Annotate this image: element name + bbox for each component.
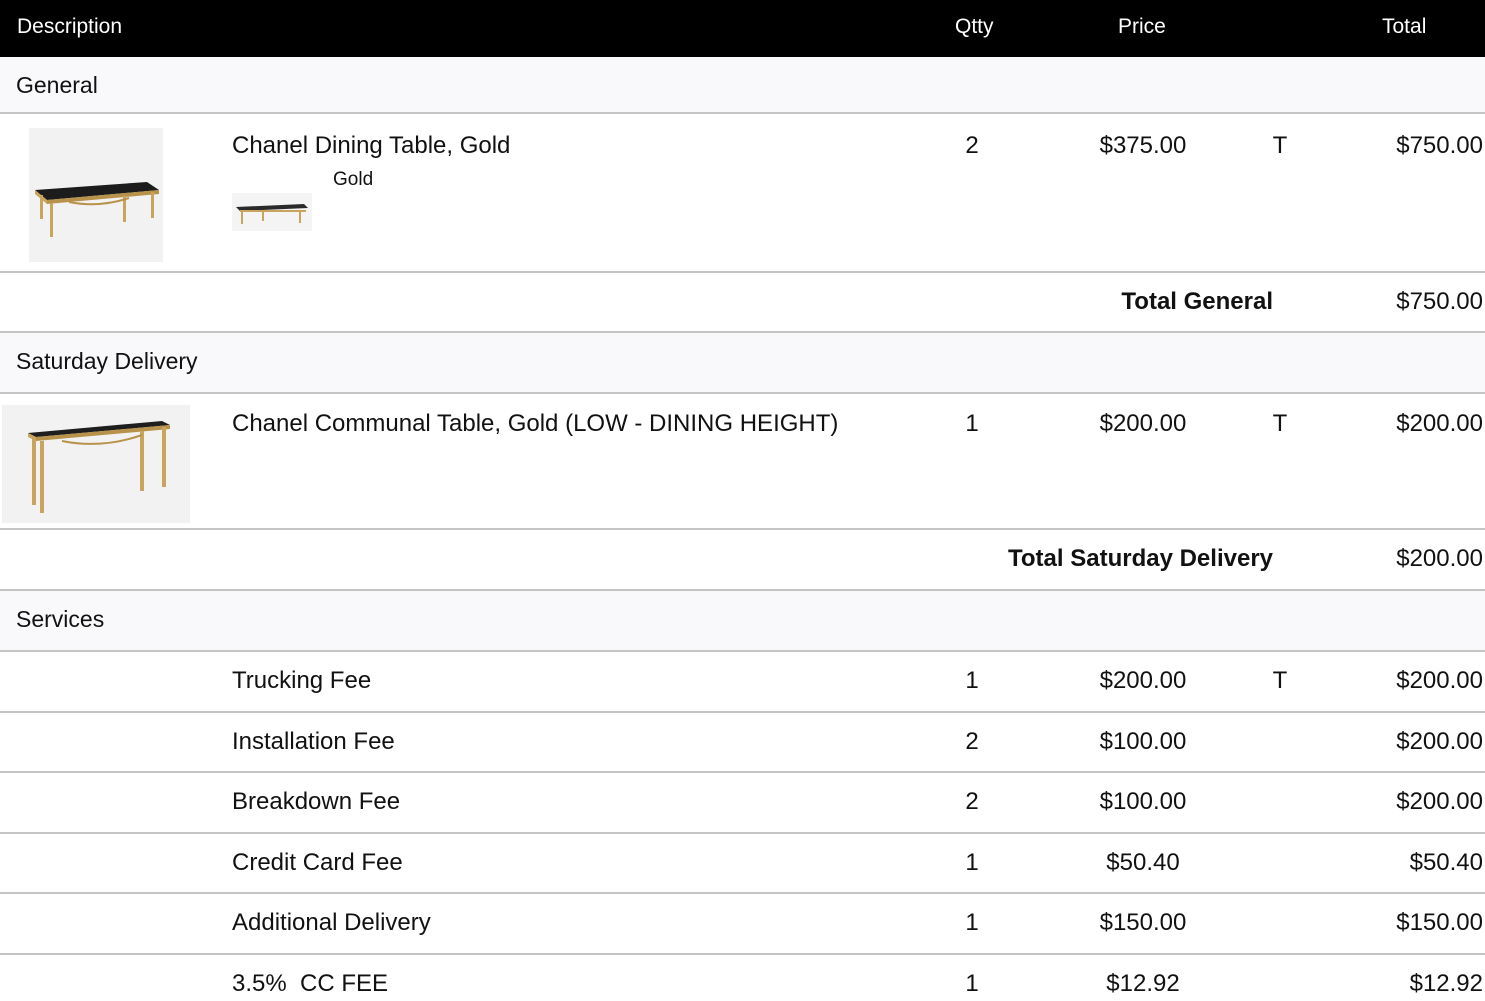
table-row[interactable]: Chanel Communal Table, Gold (LOW - DININ… — [0, 394, 1485, 530]
item-qty: 2 — [965, 728, 979, 755]
item-description: Trucking Fee — [232, 667, 372, 694]
table-row[interactable]: Trucking Fee 1 $200.00 T $200.00 — [0, 652, 1485, 713]
section-title: Saturday Delivery — [16, 348, 198, 374]
table-row[interactable]: 3.5% CC FEE 1 $12.92 $12.92 — [0, 955, 1485, 1001]
item-qty: 1 — [965, 667, 979, 694]
table-row[interactable]: Breakdown Fee 2 $100.00 $200.00 — [0, 773, 1485, 834]
item-description: 3.5% CC FEE — [232, 970, 389, 997]
section-general: General — [0, 57, 1485, 114]
communal-table-image[interactable] — [2, 405, 190, 523]
item-total: $150.00 — [1396, 909, 1483, 936]
item-price: $375.00 — [1099, 132, 1187, 159]
subtotal-amount: $200.00 — [1396, 545, 1483, 572]
subtotal-row: Total Saturday Delivery $200.00 — [0, 530, 1485, 591]
subtotal-label: Total General — [1121, 288, 1273, 315]
item-description: Credit Card Fee — [232, 849, 403, 876]
header-price: Price — [1118, 15, 1166, 38]
item-total: $750.00 — [1396, 132, 1483, 159]
subtotal-label: Total Saturday Delivery — [1008, 545, 1273, 572]
item-total: $50.40 — [1409, 849, 1483, 876]
item-total: $12.92 — [1409, 970, 1483, 997]
item-option: Gold — [333, 169, 374, 190]
item-qty: 1 — [965, 909, 979, 936]
item-description: Installation Fee — [232, 728, 395, 755]
item-price: $12.92 — [1106, 970, 1180, 997]
item-price: $100.00 — [1099, 728, 1187, 755]
item-total: $200.00 — [1396, 410, 1483, 437]
item-price: $200.00 — [1099, 667, 1187, 694]
header-description: Description — [17, 15, 123, 38]
item-price: $200.00 — [1099, 410, 1187, 437]
item-total: $200.00 — [1396, 788, 1483, 815]
subtotal-row: Total General $750.00 — [0, 273, 1485, 333]
item-tax-flag: T — [1272, 410, 1288, 437]
item-total: $200.00 — [1396, 728, 1483, 755]
section-title: Services — [16, 606, 105, 632]
item-qty: 1 — [965, 849, 979, 876]
table-row[interactable]: Installation Fee 2 $100.00 $200.00 — [0, 713, 1485, 773]
table-row[interactable]: Chanel Dining Table, Gold Gold 2 $375.00… — [0, 114, 1485, 273]
item-price: $100.00 — [1099, 788, 1187, 815]
item-tax-flag: T — [1272, 132, 1288, 159]
dining-table-image[interactable] — [29, 128, 163, 262]
item-qty: 1 — [965, 970, 979, 997]
table-row[interactable]: Additional Delivery 1 $150.00 $150.00 — [0, 894, 1485, 955]
option-swatch-image[interactable] — [232, 193, 312, 231]
item-qty: 2 — [965, 788, 979, 815]
section-services: Services — [0, 591, 1485, 652]
item-qty: 1 — [965, 410, 979, 437]
section-title: General — [16, 72, 98, 98]
item-description: Chanel Communal Table, Gold (LOW - DININ… — [232, 410, 839, 437]
item-price: $150.00 — [1099, 909, 1187, 936]
item-description: Breakdown Fee — [232, 788, 401, 815]
section-saturday-delivery: Saturday Delivery — [0, 333, 1485, 394]
subtotal-amount: $750.00 — [1396, 288, 1483, 315]
table-row[interactable]: Credit Card Fee 1 $50.40 $50.40 — [0, 834, 1485, 894]
header-total: Total — [1382, 15, 1427, 38]
item-description: Chanel Dining Table, Gold — [232, 132, 511, 159]
table-header: Description Qtty Price Total — [0, 0, 1485, 57]
item-price: $50.40 — [1106, 849, 1180, 876]
header-qty: Qtty — [955, 15, 994, 38]
item-total: $200.00 — [1396, 667, 1483, 694]
item-tax-flag: T — [1272, 667, 1288, 694]
item-qty: 2 — [965, 132, 979, 159]
item-description: Additional Delivery — [232, 909, 431, 936]
